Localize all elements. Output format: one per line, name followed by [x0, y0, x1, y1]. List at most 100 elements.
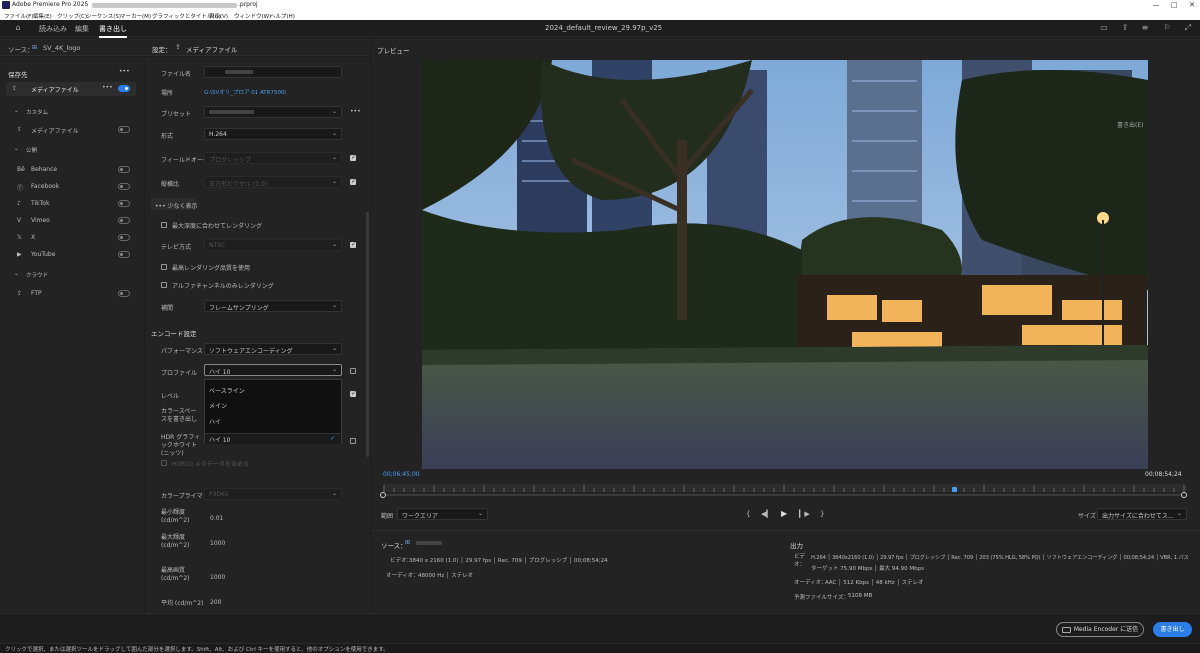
project-extension: .prproj [238, 1, 258, 8]
menu-clip[interactable]: クリップ(C) [57, 12, 87, 20]
hdr-meta-checkbox[interactable] [161, 460, 167, 466]
step-forward-icon[interactable]: ▎▶ [799, 510, 810, 518]
custom-media-file-label: メディアファイル [31, 128, 79, 135]
profile-option-baseline[interactable]: ベースライン [209, 386, 245, 395]
menu-help[interactable]: ヘルプ(H) [270, 12, 295, 20]
destinations-more-button[interactable]: ••• [119, 68, 130, 75]
in-point-handle[interactable] [380, 492, 386, 498]
export-button[interactable]: 書き出し [1153, 622, 1192, 637]
preset-select[interactable]: ⌄ [204, 106, 342, 118]
chevron-down-icon[interactable]: ⌄ [14, 146, 19, 152]
menu-marker[interactable]: マーカー(M) [120, 12, 151, 20]
menu-edit[interactable]: 編集(E) [33, 12, 52, 20]
profile-option-high[interactable]: ハイ [209, 417, 221, 426]
vimeo-toggle[interactable] [118, 217, 130, 224]
preset-more-button[interactable]: ••• [350, 108, 361, 115]
aspect-label: 縦横比 [161, 181, 180, 188]
work-area-bar[interactable] [383, 494, 1185, 496]
profile-option-main[interactable]: メイン [209, 401, 227, 410]
aspect-checkbox[interactable] [350, 178, 356, 185]
preview-video-frame: 書き出(E) [422, 60, 1148, 469]
menu-file[interactable]: ファイル(F) [4, 12, 33, 20]
menu-window[interactable]: ウィンドウ(W) [234, 12, 271, 20]
range-select[interactable]: ワークエリア ⌄ [397, 508, 488, 520]
max-depth-checkbox[interactable] [161, 222, 167, 228]
size-select[interactable]: 出力サイズに合わせてス… ⌄ [1097, 508, 1187, 520]
aspect-select[interactable]: 正方形ピクセル (1.0) ⌄ [204, 176, 342, 188]
home-icon[interactable]: ⌂ [14, 24, 22, 32]
out-point-handle[interactable] [1181, 492, 1187, 498]
tv-standard-label: テレビ方式 [161, 244, 192, 251]
facebook-toggle[interactable] [118, 183, 130, 190]
menu-sequence[interactable]: シーケンス(S) [86, 12, 121, 20]
playhead-marker[interactable] [952, 487, 958, 492]
media-file-row[interactable]: ⇪ メディアファイル ••• [6, 82, 136, 96]
tv-standard-checkbox[interactable] [350, 241, 356, 248]
workspaces-menu-icon[interactable]: ≡ [1141, 24, 1149, 32]
hdr-white-label: HDR グラフィックホワイト (ニッツ) [161, 434, 201, 457]
status-bar: クリックで選択、または選択ツールをドラッグして囲んだ部分を選択します。Shift… [0, 643, 1200, 653]
source-bar: ソース： ⊞ SV_4K_logo 設定： ⇪ メディアファイル [0, 38, 370, 56]
custom-media-file-toggle[interactable] [118, 126, 130, 133]
close-button[interactable]: ✕ [1184, 0, 1200, 10]
timeline-ruler[interactable] [383, 484, 1187, 492]
vimeo-label: Vimeo [31, 217, 50, 224]
behance-toggle[interactable] [118, 166, 130, 173]
x-toggle[interactable] [118, 234, 130, 241]
profile-checkbox[interactable] [350, 368, 356, 374]
output-video-label: ビデ オ： [794, 554, 806, 568]
play-icon[interactable]: ▶ [781, 509, 787, 518]
tiktok-toggle[interactable] [118, 200, 130, 207]
sequence-icon: ⊞ [405, 539, 411, 546]
set-in-icon[interactable]: { [746, 510, 750, 518]
max-luminance-value[interactable]: 1000 [210, 540, 225, 547]
average-value[interactable]: 200 [210, 599, 221, 606]
format-select[interactable]: H.264 ⌄ [204, 128, 342, 140]
media-file-toggle[interactable] [118, 85, 130, 92]
media-file-more-button[interactable]: ••• [102, 84, 113, 91]
timecode-out[interactable]: 00;08;54;24 [1145, 471, 1182, 478]
send-to-media-encoder-button[interactable]: Media Encoder に送信 [1056, 622, 1144, 637]
tiktok-icon: ♪ [17, 200, 21, 207]
max-quality-label: 最高レンダリング品質を使用 [172, 265, 251, 272]
max-quality-checkbox[interactable] [161, 264, 167, 270]
youtube-toggle[interactable] [118, 251, 130, 258]
tab-export[interactable]: 書き出し [99, 24, 127, 38]
field-order-checkbox[interactable] [350, 154, 356, 161]
maximize-button[interactable]: □ [1166, 0, 1182, 10]
show-less-button[interactable]: ••• 少なく表示 [151, 198, 198, 210]
ftp-toggle[interactable] [118, 290, 130, 297]
performance-select[interactable]: ソフトウェアエンコーディング ⌄ [204, 343, 342, 355]
set-out-icon[interactable]: } [820, 510, 824, 518]
minimize-button[interactable]: — [1148, 0, 1164, 10]
filename-input[interactable] [204, 66, 342, 78]
alpha-only-label: アルファチャンネルのみレンダリング [172, 283, 274, 290]
step-back-icon[interactable]: ◀▎ [761, 510, 772, 518]
workspace-icon[interactable]: ▭ [1100, 24, 1108, 32]
hdr-checkbox[interactable] [350, 438, 356, 444]
filename-label: ファイル名 [161, 71, 192, 78]
youtube-icon: ▶ [17, 251, 22, 258]
location-link[interactable]: G:\SVオリ_プロア 01 ATR7500\ [204, 88, 286, 96]
settings-scrollbar[interactable] [366, 212, 369, 457]
tab-import[interactable]: 読み込み [39, 24, 67, 34]
chevron-down-icon[interactable]: ⌄ [14, 108, 19, 114]
field-order-select[interactable]: プログレッシブ ⌄ [204, 152, 342, 164]
share-icon[interactable]: ⇪ [1121, 24, 1129, 32]
feedback-icon[interactable]: ⚐ [1163, 24, 1171, 32]
profile-option-high10[interactable]: ハイ 10 ✓ [205, 433, 341, 444]
chevron-down-icon[interactable]: ⌄ [14, 271, 19, 277]
max-content-value[interactable]: 1000 [210, 574, 225, 581]
output-audio-label: オーディオ： [794, 580, 827, 586]
fullscreen-icon[interactable]: ⤢ [1184, 24, 1192, 32]
level-checkbox[interactable] [350, 390, 356, 397]
alpha-only-checkbox[interactable] [161, 282, 167, 288]
min-luminance-value[interactable]: 0.01 [210, 515, 223, 522]
profile-select[interactable]: ハイ 10 ⌄ [204, 364, 342, 376]
tv-standard-select[interactable]: NTSC ⌄ [204, 239, 342, 251]
primaries-select[interactable]: P3D65 ⌄ [204, 488, 342, 500]
interp-select[interactable]: フレームサンプリング ⌄ [204, 300, 342, 312]
menu-view[interactable]: 表示(V) [209, 12, 228, 20]
timecode-in[interactable]: 00;06;45;00 [383, 471, 420, 478]
tab-edit[interactable]: 編集 [75, 24, 89, 34]
